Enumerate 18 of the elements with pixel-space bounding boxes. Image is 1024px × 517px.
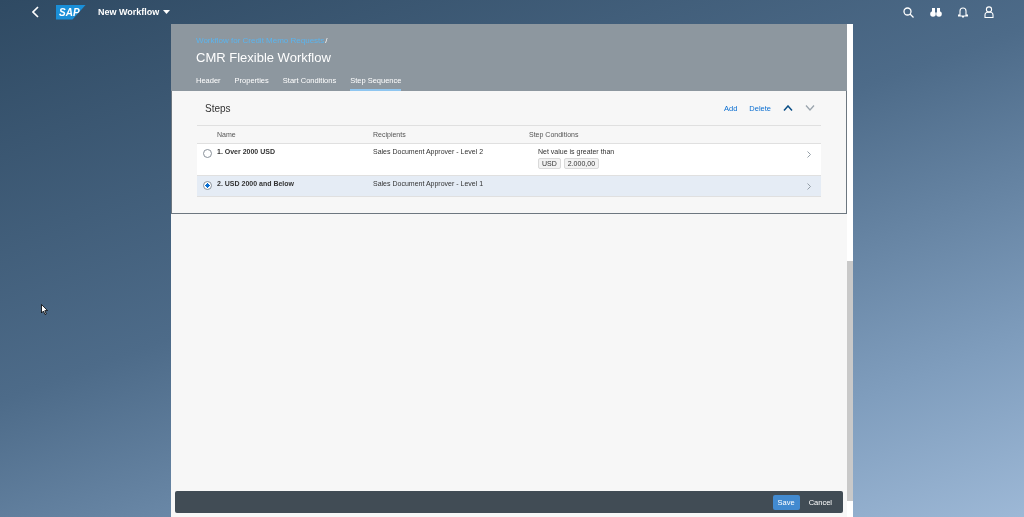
app-title-menu[interactable]: New Workflow [98, 7, 171, 17]
search-icon[interactable] [903, 6, 914, 18]
breadcrumb-separator: / [325, 36, 328, 45]
pointer-icon [41, 304, 48, 315]
chevron-icon [807, 183, 811, 190]
bell-icon[interactable] [958, 6, 968, 18]
move-up-icon[interactable] [783, 105, 793, 111]
radio-button[interactable] [202, 149, 212, 158]
page-title: CMR Flexible Workflow [196, 50, 332, 65]
section-title: Steps [205, 102, 231, 114]
radio-button[interactable] [202, 181, 212, 190]
back-icon[interactable] [32, 6, 40, 18]
chevron-icon [807, 151, 811, 158]
caret-icon [163, 9, 171, 15]
logo: SAP [56, 4, 86, 20]
scrollbar-thumb[interactable] [847, 261, 853, 501]
user-icon[interactable] [984, 6, 994, 18]
binoculars-icon[interactable] [930, 7, 942, 17]
